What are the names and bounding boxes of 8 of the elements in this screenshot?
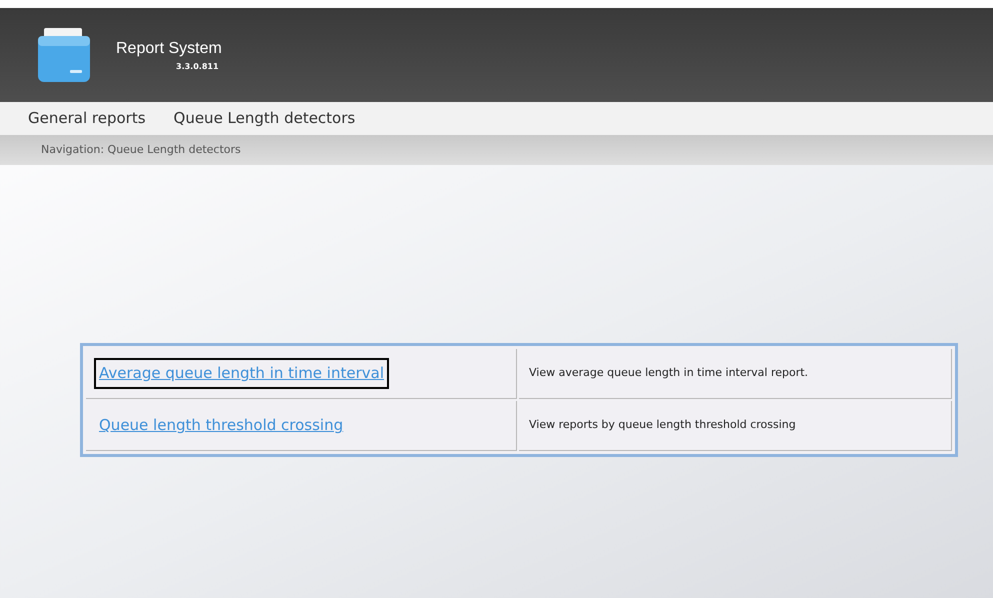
app-title: Report System [116,39,222,59]
breadcrumb: Navigation: Queue Length detectors [41,142,241,158]
report-description: View reports by queue length threshold crossing [529,417,796,434]
menu-item[interactable]: General reports [28,107,146,130]
report-description: View average queue length in time interval report. [529,365,808,382]
menu-item[interactable]: Queue Length detectors [174,107,356,130]
folder-icon [36,26,92,84]
version-number: 3.3.0.811 [175,61,220,73]
